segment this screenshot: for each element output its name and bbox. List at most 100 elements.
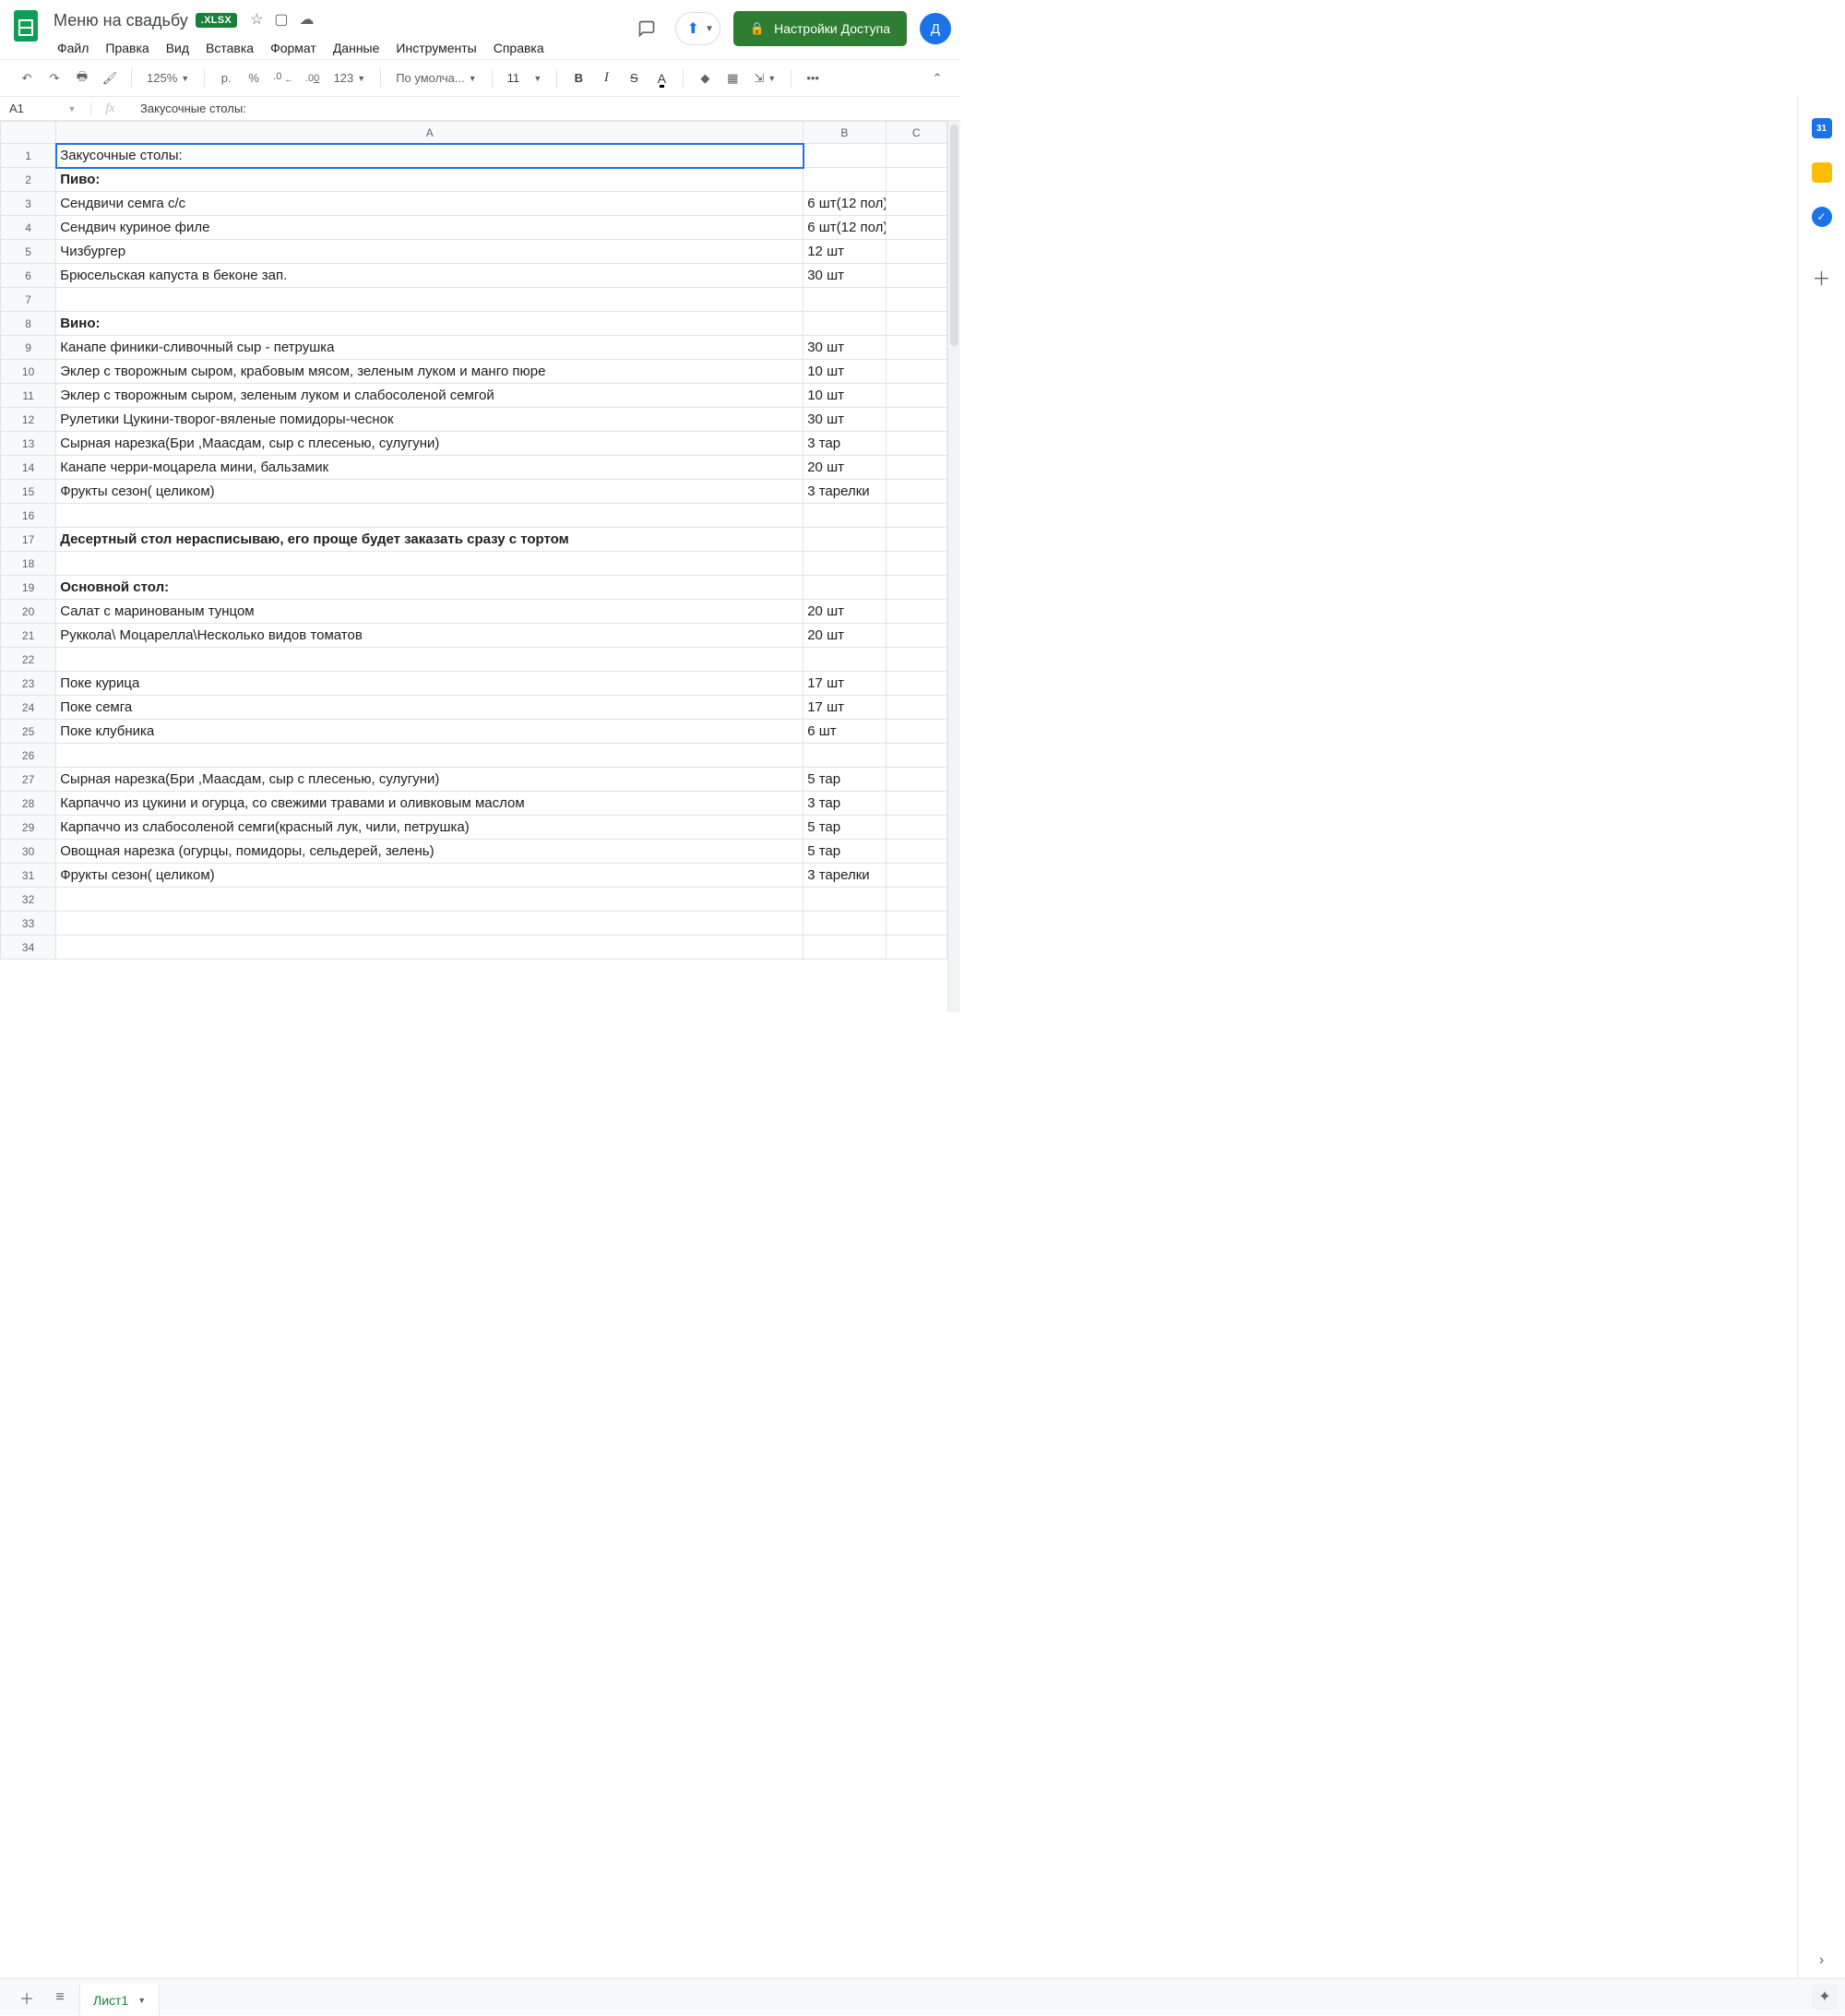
cell[interactable] <box>886 576 946 600</box>
cell[interactable]: Закусочные столы: <box>56 144 803 168</box>
row-header[interactable]: 27 <box>1 768 56 792</box>
row-header[interactable]: 28 <box>1 792 56 816</box>
cell[interactable] <box>886 552 946 576</box>
redo-button[interactable]: ↷ <box>42 66 66 90</box>
cell[interactable] <box>56 888 803 912</box>
cell[interactable] <box>803 528 886 552</box>
merge-cells-button[interactable]: ⇲▼ <box>748 71 781 86</box>
row-header[interactable]: 8 <box>1 312 56 336</box>
cell[interactable]: Фрукты сезон( целиком) <box>56 864 803 888</box>
strikethrough-button[interactable]: S <box>622 66 646 90</box>
chevron-down-icon[interactable]: ▼ <box>137 1996 146 2005</box>
cell[interactable] <box>886 888 946 912</box>
column-header-c[interactable]: C <box>886 122 946 144</box>
cell[interactable]: Десертный стол нерасписываю, его проще б… <box>56 528 803 552</box>
cell[interactable]: 30 шт <box>803 336 886 360</box>
tasks-icon[interactable]: ✓ <box>1812 207 1832 227</box>
more-toolbar-button[interactable]: ••• <box>801 66 825 90</box>
row-header[interactable]: 21 <box>1 624 56 648</box>
text-color-button[interactable]: A <box>649 66 673 90</box>
cell[interactable] <box>803 912 886 936</box>
cell[interactable] <box>886 528 946 552</box>
row-header[interactable]: 11 <box>1 384 56 408</box>
cell[interactable] <box>56 912 803 936</box>
menu-справка[interactable]: Справка <box>486 37 552 59</box>
sheets-logo-icon[interactable] <box>7 7 44 44</box>
cell[interactable] <box>56 744 803 768</box>
cell[interactable]: 10 шт <box>803 360 886 384</box>
row-header[interactable]: 5 <box>1 240 56 264</box>
menu-инструменты[interactable]: Инструменты <box>388 37 483 59</box>
cell[interactable] <box>886 672 946 696</box>
cell[interactable] <box>803 888 886 912</box>
undo-button[interactable]: ↶ <box>15 66 39 90</box>
cell[interactable]: 6 шт(12 пол) <box>803 192 886 216</box>
cell[interactable]: Салат с маринованым тунцом <box>56 600 803 624</box>
cell[interactable] <box>803 312 886 336</box>
move-icon[interactable]: ▢ <box>274 13 288 28</box>
add-sheet-button[interactable]: ＋ <box>13 1984 41 2011</box>
cell[interactable] <box>886 408 946 432</box>
cell[interactable]: 3 тарелки <box>803 480 886 504</box>
menu-вид[interactable]: Вид <box>159 37 196 59</box>
percent-button[interactable]: % <box>242 66 266 90</box>
cell[interactable] <box>886 360 946 384</box>
currency-button[interactable]: р. <box>214 66 238 90</box>
cell[interactable] <box>886 336 946 360</box>
row-header[interactable]: 18 <box>1 552 56 576</box>
cell[interactable]: 20 шт <box>803 624 886 648</box>
cell[interactable]: 30 шт <box>803 264 886 288</box>
cell[interactable] <box>803 576 886 600</box>
cell[interactable] <box>886 240 946 264</box>
cell[interactable] <box>886 504 946 528</box>
row-header[interactable]: 31 <box>1 864 56 888</box>
cell[interactable] <box>886 384 946 408</box>
explore-button[interactable]: ✦ <box>1812 1984 1838 2010</box>
cell[interactable]: 5 тар <box>803 840 886 864</box>
cell[interactable] <box>886 480 946 504</box>
cell[interactable] <box>803 504 886 528</box>
cell[interactable] <box>803 288 886 312</box>
cell[interactable] <box>803 552 886 576</box>
cell[interactable] <box>886 600 946 624</box>
cell[interactable] <box>886 840 946 864</box>
keep-icon[interactable] <box>1812 162 1832 183</box>
row-header[interactable]: 24 <box>1 696 56 720</box>
cell[interactable]: 5 тар <box>803 768 886 792</box>
row-header[interactable]: 2 <box>1 168 56 192</box>
cell[interactable]: Канапе черри-моцарела мини, бальзамик <box>56 456 803 480</box>
cell[interactable] <box>886 768 946 792</box>
row-header[interactable]: 12 <box>1 408 56 432</box>
cell[interactable]: 20 шт <box>803 456 886 480</box>
name-box[interactable]: A1 <box>0 101 54 115</box>
cell[interactable]: Основной стол: <box>56 576 803 600</box>
menu-формат[interactable]: Формат <box>263 37 324 59</box>
row-header[interactable]: 20 <box>1 600 56 624</box>
select-all-corner[interactable] <box>1 122 56 144</box>
row-header[interactable]: 4 <box>1 216 56 240</box>
row-header[interactable]: 6 <box>1 264 56 288</box>
hide-sidepanel-icon[interactable]: › <box>1819 1952 1824 1969</box>
doc-title[interactable]: Меню на свадьбу <box>54 11 188 30</box>
row-header[interactable]: 29 <box>1 816 56 840</box>
cell[interactable]: Сырная нарезка(Бри ,Маасдам, сыр с плесе… <box>56 432 803 456</box>
row-header[interactable]: 30 <box>1 840 56 864</box>
cell[interactable] <box>803 744 886 768</box>
cell[interactable]: Карпаччо из слабосоленой семги(красный л… <box>56 816 803 840</box>
row-header[interactable]: 15 <box>1 480 56 504</box>
cell[interactable]: Поке клубника <box>56 720 803 744</box>
cell[interactable] <box>886 720 946 744</box>
menu-файл[interactable]: Файл <box>50 37 96 59</box>
cell[interactable]: 3 тар <box>803 432 886 456</box>
cell[interactable]: 10 шт <box>803 384 886 408</box>
cell[interactable] <box>886 864 946 888</box>
cell[interactable]: 5 тар <box>803 816 886 840</box>
increase-decimal-button[interactable]: .00 <box>301 66 325 90</box>
cell[interactable] <box>886 216 946 240</box>
cell[interactable] <box>803 144 886 168</box>
addons-plus-icon[interactable]: ＋ <box>1813 264 1831 291</box>
calendar-icon[interactable] <box>1812 118 1832 138</box>
row-header[interactable]: 7 <box>1 288 56 312</box>
row-header[interactable]: 9 <box>1 336 56 360</box>
all-sheets-button[interactable]: ≡ <box>46 1984 74 2011</box>
